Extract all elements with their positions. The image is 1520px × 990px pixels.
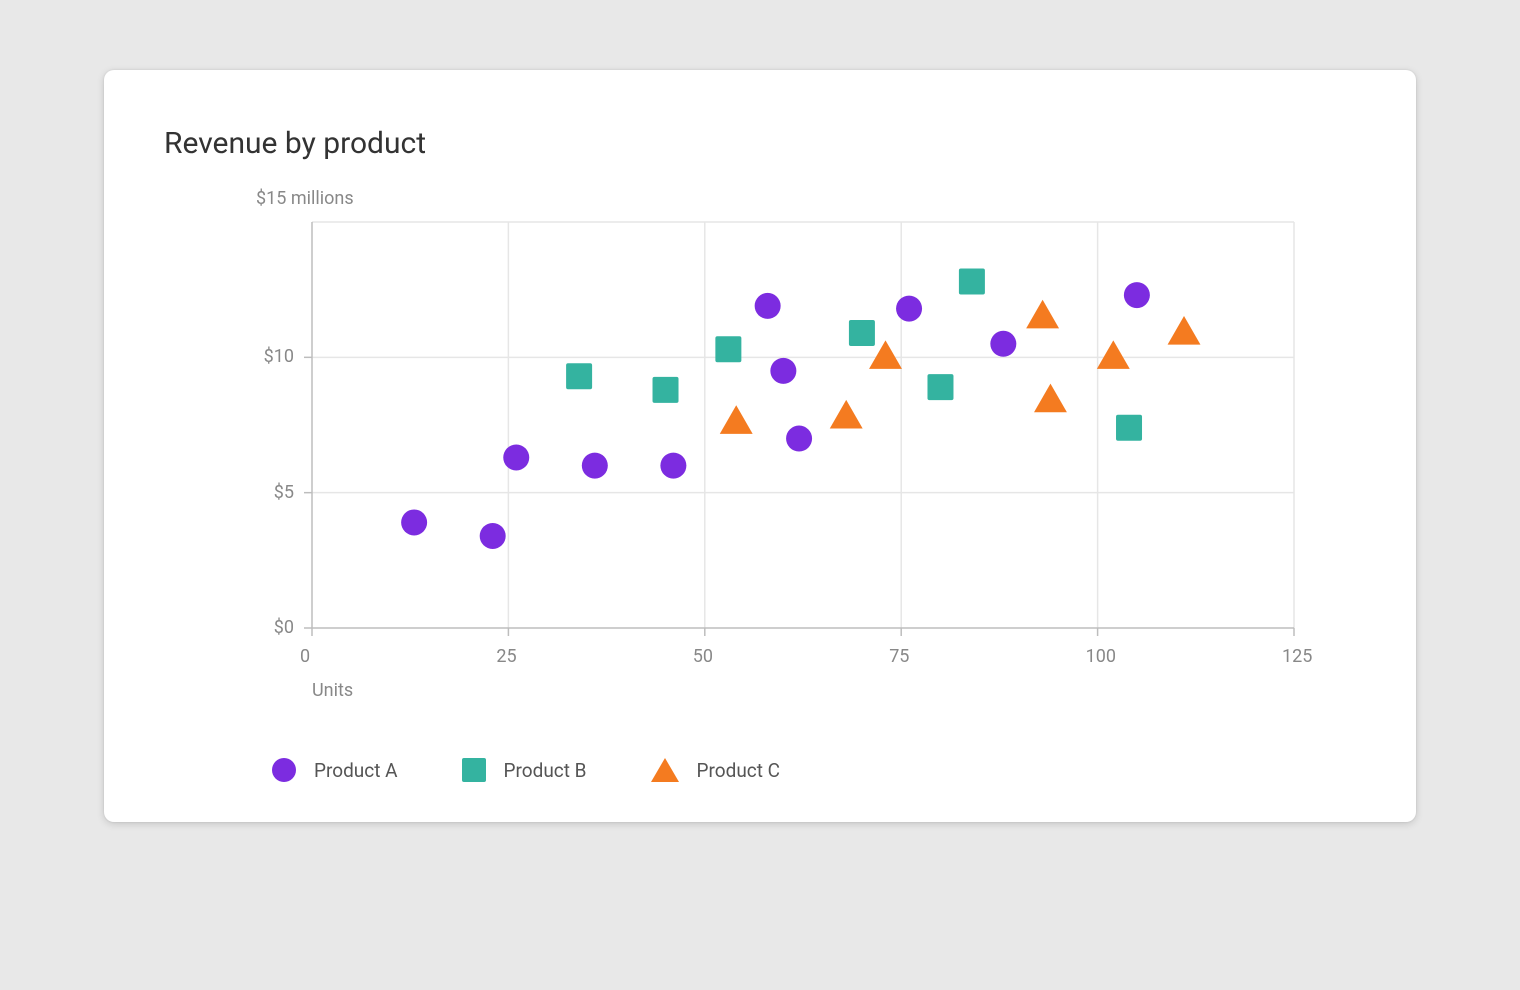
data-point bbox=[653, 377, 679, 403]
data-point bbox=[480, 523, 506, 549]
triangle-icon bbox=[651, 758, 679, 782]
y-tick-label: $5 bbox=[242, 482, 294, 503]
data-point bbox=[959, 269, 985, 295]
data-point bbox=[715, 336, 741, 362]
circle-icon bbox=[272, 758, 296, 782]
data-point bbox=[990, 331, 1016, 357]
chart-title: Revenue by product bbox=[164, 126, 426, 161]
y-tick-label: $10 bbox=[242, 346, 294, 367]
data-point bbox=[1116, 415, 1142, 441]
x-tick-label: 50 bbox=[693, 646, 713, 667]
data-point bbox=[1124, 282, 1150, 308]
data-point bbox=[503, 444, 529, 470]
legend-label: Product B bbox=[504, 759, 587, 782]
y-tick-label: $0 bbox=[242, 617, 294, 638]
legend-item-product-a: Product A bbox=[272, 758, 398, 782]
legend: Product A Product B Product C bbox=[272, 758, 780, 782]
data-point bbox=[1097, 340, 1130, 369]
data-point bbox=[660, 453, 686, 479]
data-point bbox=[896, 296, 922, 322]
x-tick-label: 75 bbox=[889, 646, 909, 667]
chart-card: Revenue by product $15 millions 0 25 50 75 1… bbox=[104, 70, 1416, 822]
x-axis-label: Units bbox=[312, 680, 353, 701]
y-axis-max-label: $15 millions bbox=[256, 188, 354, 209]
data-point bbox=[755, 293, 781, 319]
data-point bbox=[786, 426, 812, 452]
x-tick-label: 25 bbox=[496, 646, 516, 667]
data-point bbox=[849, 320, 875, 346]
data-point bbox=[582, 453, 608, 479]
data-point bbox=[1168, 316, 1201, 345]
data-point bbox=[720, 405, 753, 434]
legend-label: Product C bbox=[697, 759, 781, 782]
data-point bbox=[1034, 384, 1067, 413]
data-point bbox=[401, 509, 427, 535]
chart-svg bbox=[164, 210, 1344, 720]
legend-item-product-c: Product C bbox=[651, 758, 781, 782]
x-tick-label: 100 bbox=[1086, 646, 1116, 667]
data-point bbox=[1026, 300, 1059, 329]
x-tick-label: 0 bbox=[300, 646, 310, 667]
legend-label: Product A bbox=[314, 759, 398, 782]
legend-item-product-b: Product B bbox=[462, 758, 587, 782]
data-point bbox=[927, 374, 953, 400]
data-point bbox=[830, 400, 863, 429]
scatter-chart: $15 millions 0255075100125$0$5$10 Units bbox=[164, 210, 1344, 720]
data-point bbox=[770, 358, 796, 384]
x-tick-label: 125 bbox=[1282, 646, 1312, 667]
data-point bbox=[566, 363, 592, 389]
square-icon bbox=[462, 758, 486, 782]
